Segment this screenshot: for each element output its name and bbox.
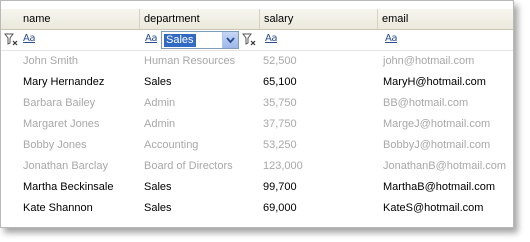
cell-salary: 52,500 [263, 55, 297, 67]
chevron-down-icon[interactable] [222, 32, 238, 48]
department-operator-icon[interactable]: Aa [145, 33, 157, 44]
clear-filter-icon[interactable] [4, 33, 18, 47]
column-header-row: name department salary email [1, 9, 513, 30]
department-filter-combo[interactable]: Sales [161, 31, 239, 49]
cell-salary: 123,000 [263, 160, 303, 172]
cell-name: Martha Beckinsale [23, 181, 114, 193]
data-grid: name department salary email Aa Aa Sales… [0, 0, 514, 228]
cell-salary: 99,700 [263, 181, 297, 193]
cell-email: BobbyJ@hotmail.com [383, 139, 491, 151]
cell-department: Sales [144, 202, 172, 214]
cell-email: MarthaB@hotmail.com [383, 181, 496, 193]
cell-department: Sales [144, 76, 172, 88]
filter-row: Aa Aa Sales Aa Aa [1, 30, 513, 51]
email-operator-icon[interactable]: Aa [385, 33, 397, 44]
cell-name: Jonathan Barclay [23, 160, 108, 172]
clear-department-filter-icon[interactable] [242, 33, 256, 47]
table-row[interactable]: Mary Hernandez Sales 65,100 MaryH@hotmail.c… [1, 72, 513, 93]
cell-name: John Smith [23, 55, 79, 67]
table-row[interactable]: Barbara Bailey Admin 35,750 BB@hotmail.com [1, 93, 513, 114]
cell-department: Human Resources [144, 55, 236, 67]
cell-department: Board of Directors [144, 160, 233, 172]
table-row[interactable]: Martha Beckinsale Sales 99,700 MarthaB@hotm… [1, 177, 513, 198]
cell-name: Mary Hernandez [23, 76, 105, 88]
cell-name: Barbara Bailey [23, 97, 96, 109]
cell-email: BB@hotmail.com [383, 97, 469, 109]
cell-department: Admin [144, 118, 176, 130]
name-operator-icon[interactable]: Aa [23, 33, 35, 44]
cell-salary: 53,250 [263, 139, 297, 151]
column-header-email[interactable]: email [377, 9, 513, 29]
cell-email: MaryH@hotmail.com [383, 76, 486, 88]
column-header-salary[interactable]: salary [259, 9, 377, 29]
table-row[interactable]: Bobby Jones Accounting 53,250 BobbyJ@hotmai… [1, 135, 513, 156]
cell-department: Accounting [144, 139, 199, 151]
cell-email: KateS@hotmail.com [383, 202, 484, 214]
cell-name: Kate Shannon [23, 202, 93, 214]
table-row[interactable]: Jonathan Barclay Board of Directors 123,00… [1, 156, 513, 177]
table-row[interactable]: Kate Shannon Sales 69,000 KateS@hotmail.com [1, 198, 513, 219]
cell-email: john@hotmail.com [383, 55, 475, 67]
table-row[interactable]: Margaret Jones Admin 37,750 MargeJ@hotmail.… [1, 114, 513, 135]
cell-department: Sales [144, 181, 172, 193]
table-row[interactable]: John Smith Human Resources 52,500 john@hotm… [1, 51, 513, 72]
column-header-department[interactable]: department [139, 9, 259, 29]
column-header-name[interactable]: name [1, 9, 139, 29]
cell-name: Bobby Jones [23, 139, 87, 151]
cell-email: MargeJ@hotmail.com [383, 118, 491, 130]
cell-name: Margaret Jones [23, 118, 100, 130]
cell-salary: 65,100 [263, 76, 297, 88]
cell-department: Admin [144, 97, 176, 109]
department-filter-value[interactable]: Sales [164, 34, 196, 47]
cell-salary: 37,750 [263, 118, 297, 130]
salary-operator-icon[interactable]: Aa [265, 33, 277, 44]
cell-salary: 69,000 [263, 202, 297, 214]
cell-salary: 35,750 [263, 97, 297, 109]
cell-email: JonathanB@hotmail.com [383, 160, 507, 172]
